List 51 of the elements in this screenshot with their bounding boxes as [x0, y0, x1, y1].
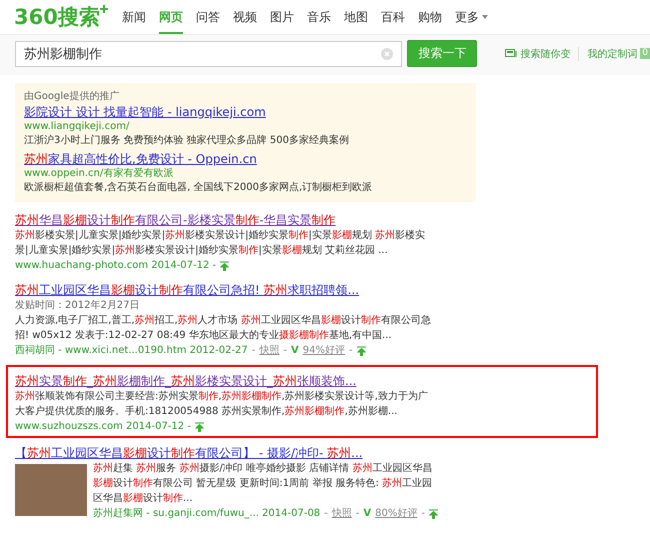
nav-tab[interactable]: 问答 [196, 0, 220, 34]
up-arrow-icon[interactable] [220, 260, 230, 270]
result-title-link[interactable]: 苏州工业园区华昌影棚设计制作有限公司急招! 苏州求职招聘领... [15, 282, 360, 298]
link[interactable]: 94%好评 [302, 343, 345, 358]
nav-tab[interactable]: 视频 [232, 0, 257, 34]
separator-dash: - [283, 344, 288, 358]
search-field[interactable]: 苏州影棚制作 [15, 40, 402, 66]
separator-dash: - [421, 507, 425, 521]
result-description: 苏州影楼实景|儿童实景|婚纱实景|苏州影楼实景设计|婚纱实景制作|实景影棚规划 苏州影楼实景|儿童实景|婚纱实景|苏州影楼实景设计|婚纱实景制作|实景影棚规划 艾莉丝花园 ... [15, 228, 426, 258]
result-url: 苏州赶集网 - su.ganji.com/fuwu_... 2014-07-08 [93, 506, 320, 521]
ad-url: www.liangqikeji.com/ [24, 120, 130, 133]
plus-icon [100, 5, 108, 13]
photo-placeholder [15, 464, 87, 516]
separator-dash: - [324, 507, 328, 521]
nav-tab[interactable]: 音乐 [306, 0, 331, 34]
up-arrow-icon[interactable] [356, 346, 366, 356]
nav-tab[interactable]: 新闻 [122, 0, 146, 34]
verified-mark: V [291, 344, 299, 358]
up-arrow-icon[interactable] [429, 508, 438, 518]
link[interactable]: 快照 [332, 506, 352, 521]
monitor-icon [505, 48, 518, 58]
nav-tab[interactable]: 购物 [418, 0, 442, 34]
up-arrow-icon[interactable] [194, 422, 204, 432]
nav-tab[interactable]: 图片 [270, 0, 294, 34]
verified-mark: V [363, 507, 372, 521]
result-description: 苏州张顺装饰有限公司主要经营:苏州实景制作,苏州影棚制作,苏州影楼实景设计等,致力于为广大客户提供优质的服务。手机:18120054988 苏州实景制作,苏州影棚制作,苏州影棚... [15, 390, 429, 419]
result-url: 西祠胡同 - www.xici.net...0190.htm 2012-02-27 [15, 344, 248, 358]
result-url: www.suzhouzszs.com 2014-07-12 - [15, 420, 191, 434]
result-url: www.huachang-photo.com 2014-07-12 - [15, 259, 216, 273]
separator-dash: - [252, 344, 256, 358]
nav-tab[interactable]: 更多 [454, 0, 488, 34]
link[interactable]: 快照 [259, 343, 280, 358]
ad-title-link[interactable]: 苏州家具超高性价比,免费设计 - Oppein.cn [24, 151, 257, 167]
post-date: 发贴时间：2012年2月27日 [15, 298, 141, 313]
result-title-link[interactable]: 苏州华昌影棚设计制作有限公司-影楼实景制作-华昌实景制作 [15, 212, 336, 228]
ad-title-link[interactable]: 影院设计 设计 找量起智能 - liangqikeji.com [24, 104, 266, 120]
link[interactable]: 80%好评 [375, 506, 418, 521]
count-badge: 0 [640, 48, 650, 59]
result-description: 人力资源,电子厂招工,普工,苏州招工,苏州人才市场 苏州工业园区华昌影棚设计制作有限公司急招! w05x12 发表于:12-02-27 08:49 华东地区最大的专业摄影棚制作基地,有中国... [15, 314, 432, 343]
ad-description: 江浙沪3小时上门服务 免费预约体验 独家代理众多品牌 500多家经典案例 [24, 134, 350, 148]
result-description: 苏州赶集 苏州服务 苏州摄影/冲印 唯亭婚纱摄影 店铺详情 苏州工业园区华昌影棚设计制作有限公司 暂无星级 更新时间:1周前 举报 服务特色: 苏州工业园区华昌影棚设计制作... [93, 462, 434, 506]
ad-url: www.oppein.cn/有家有爱有欧派 [24, 167, 174, 180]
separator-dash: - [349, 344, 353, 358]
ad-description: 欧派橱柜超值套餐,含石英石台面电器, 全国线下2000多家网点,订制橱柜到欧派 [24, 180, 374, 195]
nav-tab[interactable]: 地图 [344, 0, 368, 34]
caret-icon [482, 15, 488, 19]
result-title-link[interactable]: 苏州实景制作_苏州影棚制作_苏州影楼实景设计_苏州张顺装饰... [15, 373, 356, 389]
nav-tab[interactable]: 百科 [380, 0, 405, 34]
result-title-link[interactable]: 【苏州工业园区华昌影棚设计制作有限公司】 - 摄影/冲印- 苏州... [15, 445, 363, 461]
ad-label: 由Google提供的推广 [24, 90, 120, 103]
separator-dash: - [356, 507, 360, 521]
